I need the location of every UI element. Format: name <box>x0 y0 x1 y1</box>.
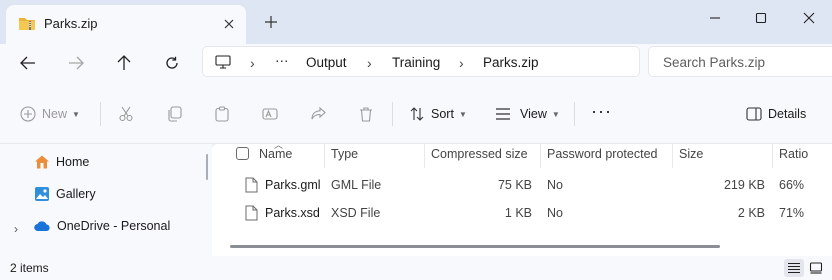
horizontal-scrollbar[interactable] <box>230 245 720 248</box>
cloud-icon <box>34 220 51 232</box>
column-header-password-protected[interactable]: Password protected <box>547 147 657 161</box>
minimize-icon[interactable] <box>692 3 738 33</box>
sidebar-item-gallery[interactable]: Gallery <box>34 184 96 204</box>
command-bar: New ▼ Sort ▼ View ▼ ··· Details <box>0 82 832 144</box>
divider <box>574 102 575 126</box>
breadcrumb-item-output[interactable]: Output <box>306 55 347 70</box>
close-tab-icon[interactable] <box>220 15 238 33</box>
file-compressed-size: 75 KB <box>497 178 532 192</box>
this-pc-icon[interactable] <box>215 55 231 69</box>
chevron-right-icon[interactable]: › <box>14 222 18 236</box>
chevron-down-icon: ▼ <box>72 109 80 119</box>
file-compressed-size: 1 KB <box>504 206 532 220</box>
view-button[interactable]: View ▼ <box>495 104 560 124</box>
file-ratio: 66% <box>779 178 805 192</box>
sidebar-item-onedrive[interactable]: OneDrive - Personal <box>34 216 170 236</box>
breadcrumb-item-parks-zip[interactable]: Parks.zip <box>483 55 539 70</box>
view-label: View <box>520 107 547 121</box>
forward-arrow-icon[interactable] <box>65 52 87 74</box>
chevron-down-icon: ▼ <box>551 109 560 119</box>
sort-button[interactable]: Sort ▼ <box>409 104 467 124</box>
sidebar-item-label: Home <box>56 155 90 169</box>
folder-zip-icon <box>18 15 36 31</box>
column-header-compressed-size[interactable]: Compressed size <box>431 147 528 161</box>
search-input[interactable]: Search Parks.zip <box>648 46 832 77</box>
scrollbar-thumb[interactable] <box>206 154 208 180</box>
file-password-protected: No <box>547 206 563 220</box>
file-size: 219 KB <box>723 178 765 192</box>
details-button[interactable]: Details <box>746 104 806 124</box>
select-all-checkbox[interactable] <box>236 147 249 160</box>
breadcrumb-ellipsis[interactable]: ··· <box>275 53 289 68</box>
plus-circle-icon <box>20 106 36 122</box>
close-window-icon[interactable] <box>786 3 832 33</box>
breadcrumb-separator: › <box>459 55 464 71</box>
details-pane-icon <box>746 107 762 121</box>
thumbnail-view-icon[interactable] <box>806 259 826 277</box>
search-placeholder: Search Parks.zip <box>663 55 766 70</box>
file-password-protected: No <box>547 178 563 192</box>
sort-icon <box>409 106 425 122</box>
navigation-pane: Home Gallery › OneDrive - Personal <box>0 144 204 256</box>
sort-label: Sort <box>431 107 454 121</box>
home-icon <box>34 154 50 170</box>
chevron-down-icon: ▼ <box>458 109 467 119</box>
file-icon <box>245 177 258 193</box>
up-arrow-icon[interactable] <box>113 52 135 74</box>
address-row: › ··· Output › Training › Parks.zip Sear… <box>0 44 832 82</box>
gallery-icon <box>34 186 50 202</box>
refresh-icon[interactable] <box>161 52 183 74</box>
more-options-button[interactable]: ··· <box>591 101 612 121</box>
column-divider[interactable] <box>772 144 773 168</box>
column-header-ratio[interactable]: Ratio <box>779 147 808 161</box>
file-type: GML File <box>331 178 382 192</box>
breadcrumb-item-training[interactable]: Training <box>392 55 440 70</box>
paste-icon[interactable] <box>214 104 230 124</box>
status-bar: 2 items <box>0 256 832 280</box>
item-count: 2 items <box>10 261 49 275</box>
column-divider[interactable] <box>424 144 425 168</box>
pane-splitter[interactable] <box>204 144 212 256</box>
rename-icon[interactable] <box>262 104 278 124</box>
copy-icon[interactable] <box>166 104 182 124</box>
share-icon[interactable] <box>310 104 326 124</box>
new-tab-icon[interactable] <box>262 13 280 31</box>
sidebar-item-label: Gallery <box>56 187 96 201</box>
table-row[interactable]: Parks.xsd XSD File 1 KB No 2 KB 71% <box>212 200 832 226</box>
column-header-row: ︿ Name Type Compressed size Password pro… <box>212 140 832 168</box>
file-size: 2 KB <box>737 206 765 220</box>
cut-icon[interactable] <box>118 104 134 124</box>
view-lines-icon <box>495 107 511 121</box>
details-label: Details <box>768 107 807 121</box>
tab-title: Parks.zip <box>44 16 98 31</box>
maximize-icon[interactable] <box>738 3 784 33</box>
breadcrumb-separator: › <box>367 55 372 71</box>
column-divider[interactable] <box>324 144 325 168</box>
column-divider[interactable] <box>672 144 673 168</box>
column-header-type[interactable]: Type <box>331 147 358 161</box>
divider <box>100 102 101 126</box>
title-bar: Parks.zip <box>0 0 832 44</box>
back-arrow-icon[interactable] <box>17 52 39 74</box>
table-row[interactable]: Parks.gml GML File 75 KB No 219 KB 66% <box>212 172 832 198</box>
file-list: ︿ Name Type Compressed size Password pro… <box>212 140 832 256</box>
breadcrumb-separator: › <box>250 55 255 71</box>
file-icon <box>245 205 258 221</box>
column-header-name[interactable]: Name <box>259 147 292 161</box>
divider <box>392 102 393 126</box>
details-view-icon[interactable] <box>784 259 804 277</box>
delete-icon[interactable] <box>358 104 374 124</box>
file-type: XSD File <box>331 206 381 220</box>
file-ratio: 71% <box>779 206 805 220</box>
file-name: Parks.gml <box>265 178 321 192</box>
column-divider[interactable] <box>540 144 541 168</box>
tab-parks-zip[interactable]: Parks.zip <box>6 5 246 44</box>
column-header-size[interactable]: Size <box>679 147 703 161</box>
sidebar-item-home[interactable]: Home <box>34 152 89 172</box>
sidebar-item-label: OneDrive - Personal <box>57 219 171 233</box>
file-name: Parks.xsd <box>265 206 320 220</box>
new-button[interactable]: New ▼ <box>20 104 80 124</box>
breadcrumb[interactable]: › ··· Output › Training › Parks.zip <box>202 46 640 77</box>
new-label: New <box>42 107 68 121</box>
